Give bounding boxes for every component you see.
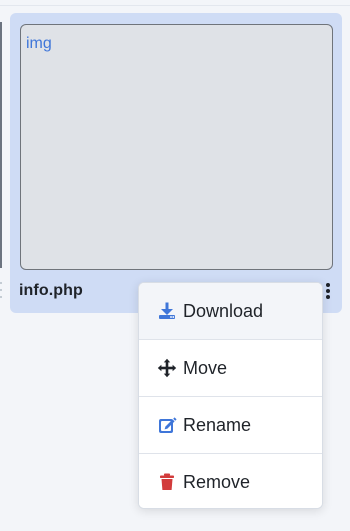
menu-item-rename[interactable]: Rename	[139, 397, 322, 453]
trash-icon	[157, 472, 177, 492]
menu-item-label: Move	[183, 358, 228, 378]
kebab-dot	[326, 289, 330, 293]
menu-item-download[interactable]: Download	[139, 283, 322, 339]
adjacent-card-dot	[0, 289, 2, 291]
file-thumbnail[interactable]: img	[20, 24, 333, 270]
menu-item-move[interactable]: Move	[139, 340, 322, 396]
thumbnail-alt-text: img	[26, 35, 52, 52]
top-rule	[0, 0, 350, 6]
kebab-dot	[326, 283, 330, 287]
adjacent-card-edge	[0, 22, 2, 268]
edit-icon	[157, 415, 177, 435]
menu-item-label: Remove	[183, 472, 251, 492]
download-icon	[157, 301, 177, 321]
move-icon	[157, 358, 177, 378]
menu-item-remove[interactable]: Remove	[139, 454, 322, 508]
menu-item-label: Rename	[183, 415, 252, 435]
file-name: info.php	[19, 282, 83, 299]
adjacent-card-dot	[0, 296, 2, 298]
file-actions-menu: Download Move Rename Remove	[138, 282, 323, 509]
kebab-dot	[326, 295, 330, 299]
menu-item-label: Download	[183, 301, 264, 321]
adjacent-card-menu-dots	[0, 282, 2, 298]
adjacent-card-dot	[0, 282, 2, 284]
kebab-menu-icon	[326, 283, 330, 299]
